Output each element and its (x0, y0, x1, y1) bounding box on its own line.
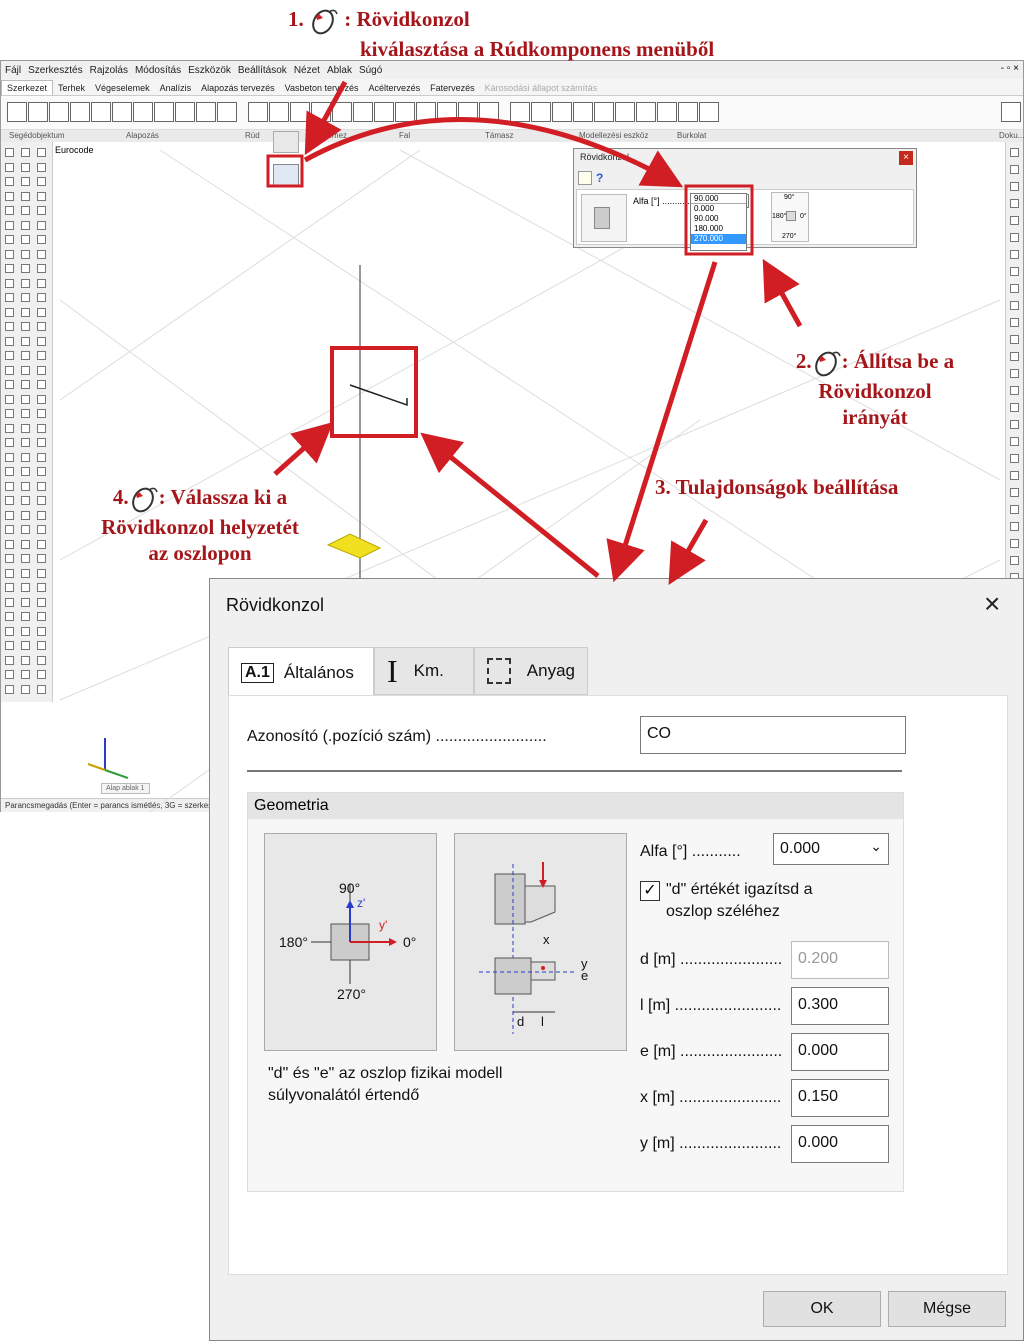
mouse-icon (814, 351, 841, 377)
i-beam-icon: I (387, 653, 398, 689)
step4-annotation: 4.: Válassza ki a Rövidkonzol helyzetét … (101, 485, 299, 566)
tab-general[interactable]: A.1 Általános (228, 647, 374, 697)
checkbox-label-2: oszlop széléhez (666, 903, 780, 920)
dialog-title: Rövidkonzol (226, 595, 325, 615)
field-label: e [m] ........................ (640, 1043, 782, 1060)
small-dialog-close-icon[interactable]: × (899, 151, 913, 165)
x-letter: x (543, 932, 550, 947)
separator (247, 770, 902, 772)
alfa-select[interactable]: 0.000 ⌄ (773, 833, 889, 865)
short-console-dialog: Rövidkonzol × A.1 Általános I Km. Anyag … (209, 578, 1024, 1341)
mouse-icon (131, 487, 158, 513)
short-console-preview-icon (581, 194, 627, 242)
geometry-title: Geometria (248, 793, 903, 819)
note-line-2: súlyvonalától értendő (268, 1087, 420, 1104)
deg-270-label: 270° (337, 986, 366, 1002)
small-dialog-title: Rövidkonzol (580, 152, 630, 162)
field-input[interactable]: 0.300 (791, 987, 889, 1025)
deg-90-label: 90° (339, 880, 361, 896)
close-icon[interactable]: × (984, 589, 1000, 619)
e-letter: e (581, 968, 589, 983)
d-letter: d (517, 1014, 525, 1029)
field-input: 0.200 (791, 941, 889, 979)
note-line-1: "d" és "e" az oszlop fizikai modell (268, 1065, 503, 1082)
alfa-option[interactable]: 270.000 (691, 234, 746, 244)
help-icon[interactable]: ? (596, 171, 603, 185)
z-axis-label: z' (357, 896, 366, 910)
field-label: l [m] ........................ (640, 997, 782, 1014)
note-icon[interactable] (578, 171, 592, 185)
geometry-group: Geometria 90° 180° 0° 270° z' y' x y e d… (247, 792, 904, 1192)
checkbox-label-1: "d" értékét igazítsd a (666, 881, 813, 898)
alfa-option[interactable]: 0.000 (691, 204, 746, 214)
deg-180-label: 180° (279, 934, 308, 950)
console-geometry-diagram: x y e d l (454, 833, 627, 1051)
id-label: Azonosító (.pozíció szám) ..............… (247, 728, 547, 745)
field-input[interactable]: 0.000 (791, 1033, 889, 1071)
small-alfa-label: Alfa [°] ........... (633, 196, 690, 206)
id-input[interactable]: CO (640, 716, 906, 754)
field-label: d [m] ........................ (640, 951, 782, 968)
align-d-checkbox[interactable]: ✓ (640, 881, 660, 901)
ok-button[interactable]: OK (763, 1291, 881, 1327)
small-direction-diagram: 90° 180° 0° 270° (771, 192, 809, 242)
small-alfa-current: 90.000 (691, 194, 746, 204)
field-input[interactable]: 0.000 (791, 1125, 889, 1163)
small-alfa-options[interactable]: 90.000 0.000 90.000 180.000 270.000 (690, 193, 747, 251)
step1-annotation: 1. : Rövidkonzol kiválasztása a Rúdkompo… (288, 7, 715, 62)
l-letter: l (541, 1014, 544, 1029)
general-tab-panel: Azonosító (.pozíció szám) ..............… (228, 695, 1008, 1275)
step2-annotation: 2.: Állítsa be a Rövidkonzol irányát (795, 349, 955, 430)
field-input[interactable]: 0.150 (791, 1079, 889, 1117)
material-grid-icon (487, 658, 511, 684)
tab-material[interactable]: Anyag (474, 647, 588, 695)
step3-annotation: 3. Tulajdonságok beállítása (655, 475, 899, 499)
deg-0-label: 0° (403, 934, 417, 950)
yellow-plate (326, 533, 382, 559)
direction-diagram: 90° 180° 0° 270° z' y' (264, 833, 437, 1051)
field-label: y [m] ........................ (640, 1135, 782, 1152)
alfa-label: Alfa [°] ........... (640, 843, 741, 860)
alfa-option[interactable]: 90.000 (691, 214, 746, 224)
y-axis-label: y' (379, 918, 388, 932)
alfa-option[interactable]: 180.000 (691, 224, 746, 234)
cancel-button[interactable]: Mégse (888, 1291, 1006, 1327)
tab-section[interactable]: I Km. (374, 647, 474, 695)
chevron-down-icon: ⌄ (870, 838, 882, 854)
mouse-icon (312, 9, 338, 35)
field-label: x [m] ........................ (640, 1089, 782, 1106)
a1-icon: A.1 (241, 662, 274, 683)
